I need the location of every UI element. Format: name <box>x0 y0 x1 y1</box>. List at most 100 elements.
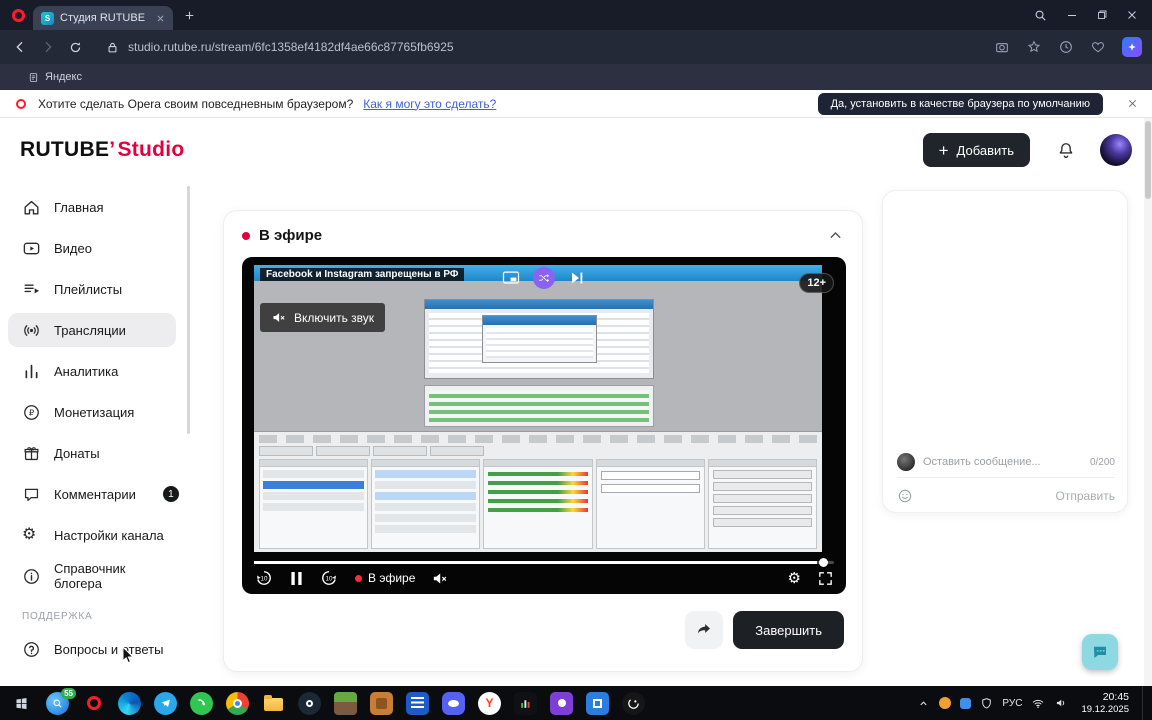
collapse-chevron-icon[interactable] <box>827 227 844 244</box>
forward-button[interactable] <box>40 39 56 55</box>
player-settings-gear-icon[interactable] <box>788 571 801 586</box>
sidebar-panel-button[interactable] <box>1122 37 1142 57</box>
tab-close-icon[interactable] <box>156 14 165 23</box>
chat-avatar <box>897 453 915 471</box>
taskbar-app-icon[interactable] <box>586 691 609 715</box>
chat-message-input[interactable] <box>923 456 1082 468</box>
back-button[interactable] <box>12 39 28 55</box>
new-tab-button[interactable] <box>183 9 196 22</box>
shuffle-icon[interactable] <box>533 267 555 289</box>
page-scrollbar[interactable] <box>1144 118 1152 686</box>
forward-10-icon[interactable]: 10 <box>319 568 339 588</box>
fullscreen-icon[interactable] <box>817 570 834 587</box>
sidebar-item-channel-settings[interactable]: Настройки канала <box>8 518 176 552</box>
obs-transitions-panel <box>595 459 705 549</box>
rutube-studio-logo[interactable]: RUTUBE Studio <box>20 138 185 162</box>
sidebar-item-analytics[interactable]: Аналитика <box>8 354 176 388</box>
keyboard-language-indicator[interactable]: РУС <box>1002 698 1022 709</box>
progress-bar[interactable] <box>254 558 834 567</box>
unmute-button[interactable]: Включить звук <box>260 303 386 332</box>
sidebar-item-blogger-guide[interactable]: Справочник блогера <box>8 559 176 593</box>
sidebar-scrollbar[interactable] <box>187 186 190 434</box>
reload-button[interactable] <box>68 40 83 55</box>
sidebar-item-donations[interactable]: Донаты <box>8 436 176 470</box>
notification-close-icon[interactable] <box>1127 98 1138 109</box>
taskbar-explorer-icon[interactable] <box>262 692 285 715</box>
next-track-icon[interactable] <box>567 268 587 288</box>
pip-icon[interactable] <box>501 268 521 288</box>
sidebar-item-home[interactable]: Главная <box>8 190 176 224</box>
taskbar-telegram-icon[interactable] <box>154 691 177 715</box>
tray-app-icon[interactable] <box>960 697 972 709</box>
add-button[interactable]: Добавить <box>922 133 1030 167</box>
sidebar-item-label: Комментарии <box>54 486 136 502</box>
star-icon[interactable] <box>1026 39 1042 55</box>
taskbar-app-icon[interactable] <box>118 691 141 715</box>
sidebar-item-playlists[interactable]: Плейлисты <box>8 272 176 306</box>
home-icon <box>22 198 41 217</box>
pause-icon[interactable] <box>290 571 303 586</box>
taskbar: 55 Y РУС 20:45 19.12.2025 <box>0 686 1152 720</box>
tray-expand-chevron-icon[interactable] <box>917 697 930 710</box>
rewind-10-icon[interactable]: 10 <box>254 568 274 588</box>
add-button-label: Добавить <box>956 142 1014 158</box>
taskbar-chrome-icon[interactable] <box>226 691 249 715</box>
close-window-button[interactable] <box>1126 9 1138 21</box>
taskbar-app-icon[interactable] <box>406 691 429 715</box>
tray-shield-icon[interactable] <box>980 697 993 710</box>
progress-knob[interactable] <box>819 558 828 567</box>
support-chat-fab[interactable] <box>1082 634 1118 670</box>
taskbar-app-icon[interactable] <box>514 691 537 715</box>
taskbar-opera-icon[interactable] <box>82 692 105 715</box>
minimize-button[interactable] <box>1066 9 1078 21</box>
sidebar-item-videos[interactable]: Видео <box>8 231 176 265</box>
clock-icon[interactable] <box>1058 39 1074 55</box>
finish-stream-button[interactable]: Завершить <box>733 611 844 649</box>
bar-chart-icon <box>22 362 41 381</box>
send-message-button[interactable]: Отправить <box>1055 489 1115 503</box>
card-actions: Завершить <box>242 611 844 649</box>
sidebar-item-monetization[interactable]: ₽ Монетизация <box>8 395 176 429</box>
taskbar-app-icon[interactable] <box>442 691 465 715</box>
sidebar-item-comments[interactable]: Комментарии 1 <box>8 477 179 511</box>
heart-icon[interactable] <box>1090 39 1106 55</box>
url-field[interactable]: studio.rutube.ru/stream/6fc1358ef4182df4… <box>128 40 454 54</box>
opera-logo-icon <box>12 8 25 22</box>
page-scrollbar-thumb[interactable] <box>1145 121 1151 199</box>
notifications-bell-icon[interactable] <box>1056 140 1076 160</box>
taskbar-app-icon[interactable] <box>622 691 645 715</box>
taskbar-app-icon[interactable] <box>298 691 321 715</box>
taskbar-yandex-icon[interactable] <box>478 691 501 715</box>
share-button[interactable] <box>685 611 724 649</box>
set-default-browser-button[interactable]: Да, установить в качестве браузера по ум… <box>817 92 1103 115</box>
taskbar-time: 20:45 <box>1102 690 1129 703</box>
sidebar-item-faq[interactable]: Вопросы и ответы <box>8 632 176 666</box>
tray-app-icon[interactable] <box>939 697 952 709</box>
taskbar-clock[interactable]: 20:45 19.12.2025 <box>1081 691 1129 716</box>
taskbar-app-icon[interactable] <box>190 691 213 715</box>
lock-icon[interactable] <box>105 40 120 55</box>
maximize-button[interactable] <box>1096 9 1108 21</box>
user-avatar[interactable] <box>1100 134 1132 166</box>
wifi-icon[interactable] <box>1031 696 1045 710</box>
taskbar-app-icon[interactable] <box>334 691 357 715</box>
taskbar-app-icon[interactable] <box>550 691 573 715</box>
emoji-icon[interactable] <box>897 488 913 504</box>
search-icon[interactable] <box>1033 8 1048 23</box>
browser-tab[interactable]: Студия RUTUBE <box>33 6 173 30</box>
start-button[interactable] <box>10 692 33 715</box>
obs-scenes-panel <box>259 459 369 549</box>
live-red-dot-icon <box>355 574 362 582</box>
show-desktop-button[interactable] <box>1142 686 1146 720</box>
notification-link[interactable]: Как я могу это сделать? <box>363 97 496 111</box>
camera-icon[interactable] <box>994 39 1010 55</box>
volume-icon[interactable] <box>1054 696 1068 710</box>
muted-volume-icon[interactable] <box>431 570 448 587</box>
taskbar-app-icon[interactable] <box>370 691 393 715</box>
video-player[interactable]: Facebook и Instagram запрещены в РФ 12+ … <box>242 257 846 594</box>
stream-caption: Facebook и Instagram запрещены в РФ <box>260 268 465 281</box>
system-tray: РУС 20:45 19.12.2025 <box>917 686 1146 720</box>
bookmark-item[interactable]: Яндекс <box>28 71 82 83</box>
taskbar-app-icon[interactable]: 55 <box>46 687 76 715</box>
sidebar-item-broadcasts[interactable]: Трансляции <box>8 313 176 347</box>
